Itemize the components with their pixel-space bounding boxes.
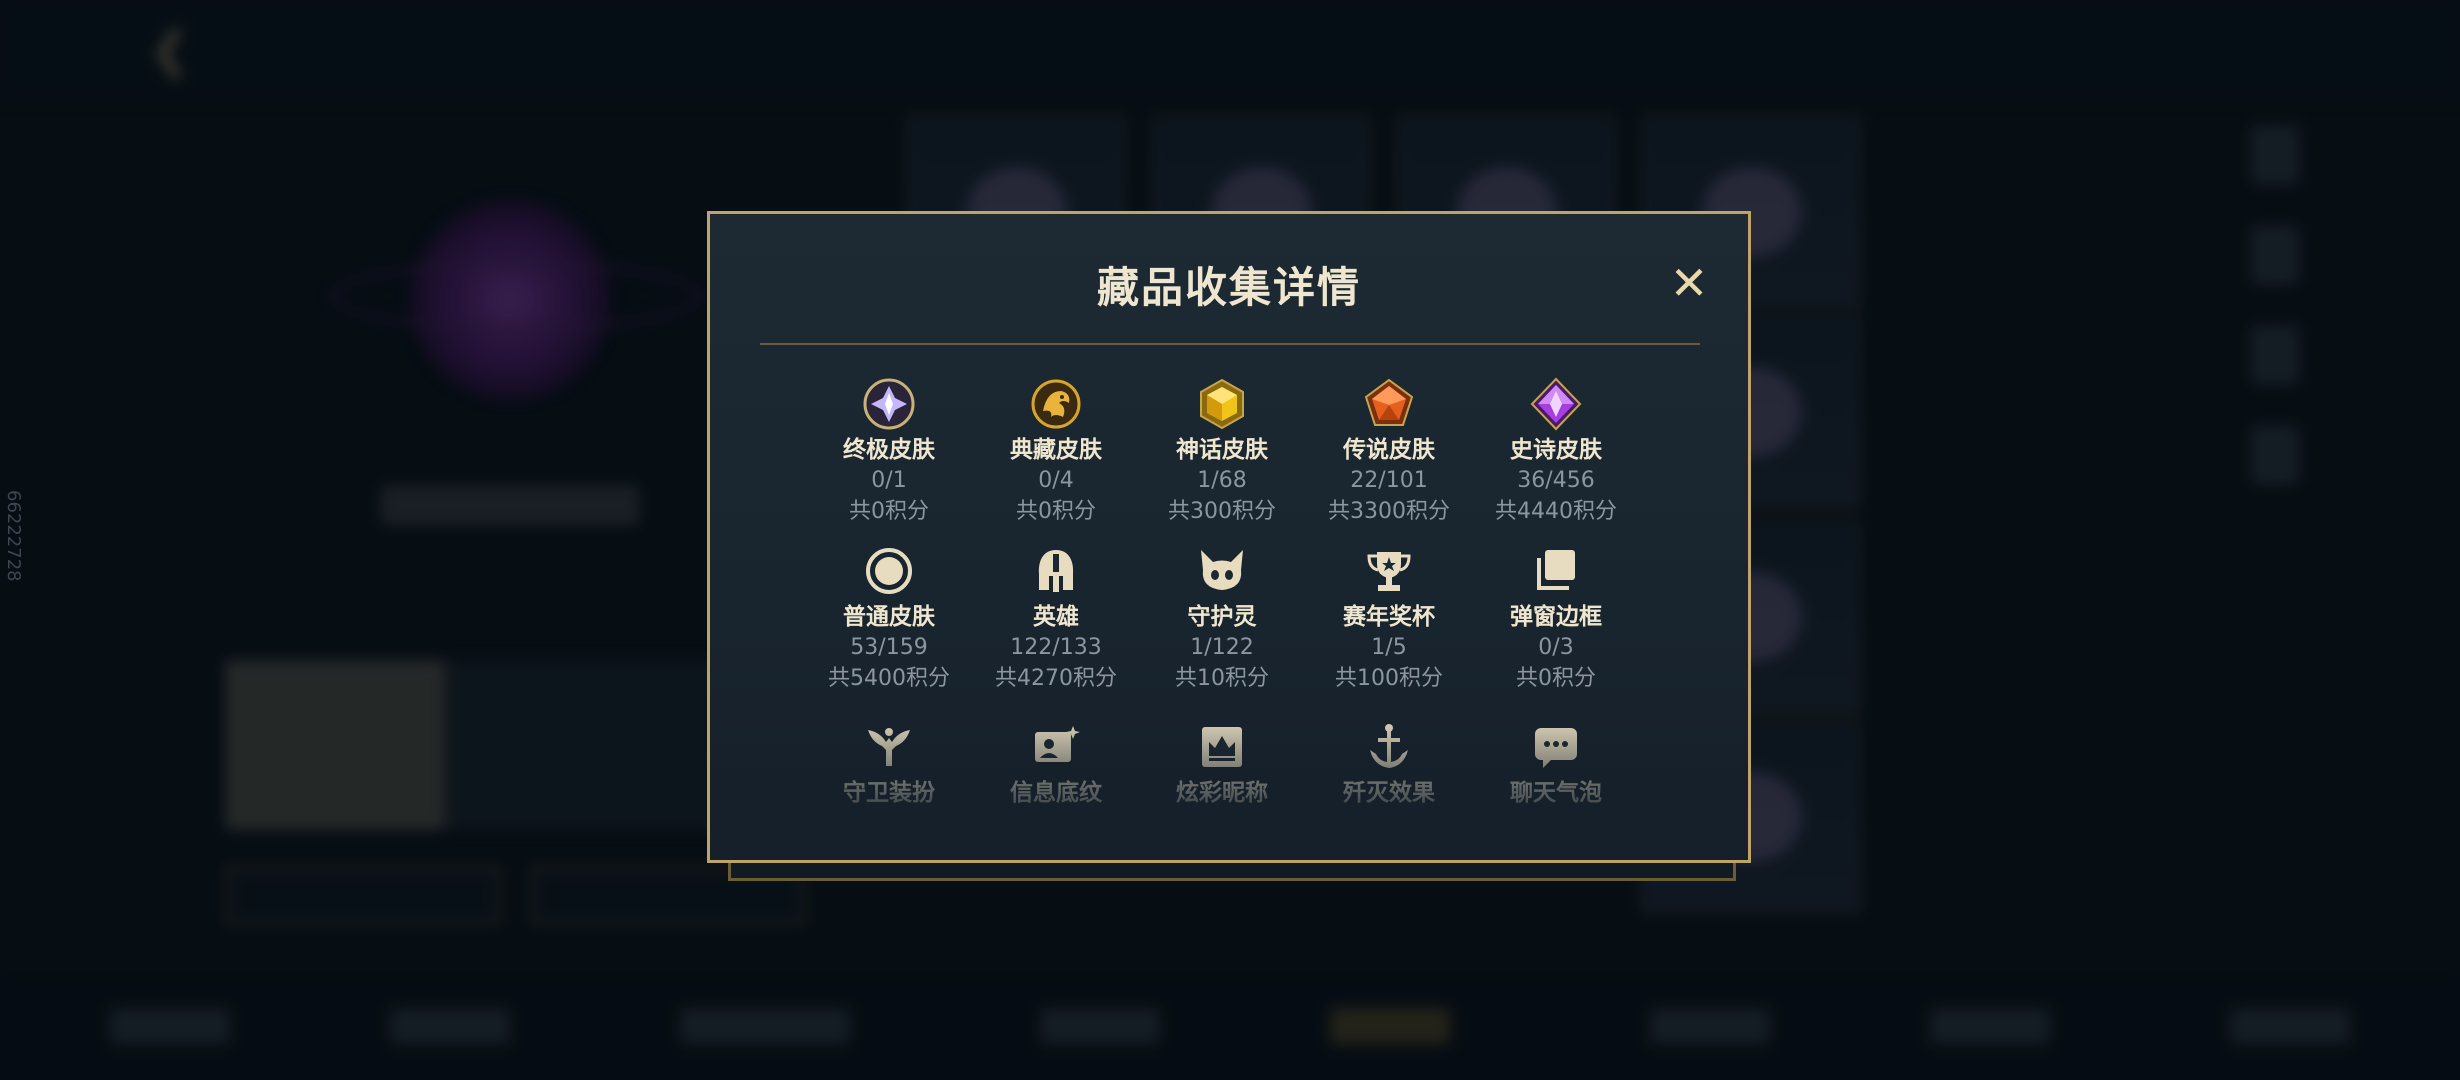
category-points: 共0积分 (1016, 499, 1096, 524)
category-champion[interactable]: 英雄 122/133 共4270积分 (966, 544, 1146, 694)
category-label: 史诗皮肤 (1510, 437, 1602, 463)
category-count: 1/5 (1371, 635, 1407, 660)
trophy-icon (1362, 544, 1416, 598)
kill-effect-icon (1362, 720, 1416, 774)
category-label: 聊天气泡 (1510, 780, 1602, 806)
legendary-gem-icon (1362, 377, 1416, 431)
category-points: 共4440积分 (1495, 499, 1617, 524)
category-count: 0/3 (1538, 635, 1574, 660)
category-label: 守卫装扮 (843, 780, 935, 806)
mythic-gem-icon (1195, 377, 1249, 431)
category-points: 共100积分 (1335, 666, 1443, 691)
category-count: 36/456 (1517, 468, 1595, 493)
category-info-card[interactable]: 信息底纹 (966, 720, 1146, 808)
champion-helmet-icon (1029, 544, 1083, 598)
category-legendary-skin[interactable]: 传说皮肤 22/101 共3300积分 (1299, 377, 1479, 527)
modal-base-frame (728, 860, 1736, 881)
chat-bubble-icon (1529, 720, 1583, 774)
guardian-spirit-icon (1195, 544, 1249, 598)
side-code: 66222728 (3, 490, 24, 582)
category-count: 0/4 (1038, 468, 1074, 493)
info-card-icon (1029, 720, 1083, 774)
category-ward-skin[interactable]: 守卫装扮 (799, 720, 979, 808)
category-label: 传说皮肤 (1343, 437, 1435, 463)
category-label: 神话皮肤 (1176, 437, 1268, 463)
category-points: 共3300积分 (1328, 499, 1450, 524)
category-label: 信息底纹 (1010, 780, 1102, 806)
category-points: 共10积分 (1175, 666, 1269, 691)
category-count: 0/1 (871, 468, 907, 493)
category-label: 终极皮肤 (843, 437, 935, 463)
collection-grid: 终极皮肤 0/1 共0积分 典藏皮肤 0/4 共0积分 神话皮肤 1/68 共3… (710, 214, 1748, 860)
normal-skin-icon (862, 544, 916, 598)
category-count: 1/68 (1197, 468, 1247, 493)
category-guardian[interactable]: 守护灵 1/122 共10积分 (1132, 544, 1312, 694)
category-points: 共0积分 (1516, 666, 1596, 691)
category-label: 炫彩昵称 (1176, 780, 1268, 806)
prestige-dragon-icon (1029, 377, 1083, 431)
collection-details-modal: 藏品收集详情 ✕ 终极皮肤 0/1 共0积分 典藏皮肤 0/4 共0积分 神话皮… (707, 211, 1751, 863)
ultimate-gem-icon (862, 377, 916, 431)
popup-frame-icon (1529, 544, 1583, 598)
category-label: 普通皮肤 (843, 604, 935, 630)
category-chat-bubble[interactable]: 聊天气泡 (1466, 720, 1646, 808)
category-count: 22/101 (1350, 468, 1428, 493)
category-count: 53/159 (850, 635, 928, 660)
colorful-name-icon (1195, 720, 1249, 774)
category-label: 赛年奖杯 (1343, 604, 1435, 630)
category-label: 弹窗边框 (1510, 604, 1602, 630)
category-popup-frame[interactable]: 弹窗边框 0/3 共0积分 (1466, 544, 1646, 694)
ward-skin-icon (862, 720, 916, 774)
category-label: 典藏皮肤 (1010, 437, 1102, 463)
category-label: 歼灭效果 (1343, 780, 1435, 806)
category-points: 共0积分 (849, 499, 929, 524)
category-count: 1/122 (1190, 635, 1254, 660)
category-prestige-skin[interactable]: 典藏皮肤 0/4 共0积分 (966, 377, 1146, 527)
category-normal-skin[interactable]: 普通皮肤 53/159 共5400积分 (799, 544, 979, 694)
category-count: 122/133 (1010, 635, 1102, 660)
category-mythic-skin[interactable]: 神话皮肤 1/68 共300积分 (1132, 377, 1312, 527)
category-colorful-name[interactable]: 炫彩昵称 (1132, 720, 1312, 808)
category-label: 守护灵 (1187, 604, 1257, 630)
category-points: 共5400积分 (828, 666, 950, 691)
category-ultimate-skin[interactable]: 终极皮肤 0/1 共0积分 (799, 377, 979, 527)
epic-gem-icon (1529, 377, 1583, 431)
category-kill-effect[interactable]: 歼灭效果 (1299, 720, 1479, 808)
category-season-trophy[interactable]: 赛年奖杯 1/5 共100积分 (1299, 544, 1479, 694)
category-points: 共4270积分 (995, 666, 1117, 691)
category-points: 共300积分 (1168, 499, 1276, 524)
category-epic-skin[interactable]: 史诗皮肤 36/456 共4440积分 (1466, 377, 1646, 527)
category-label: 英雄 (1033, 604, 1079, 630)
